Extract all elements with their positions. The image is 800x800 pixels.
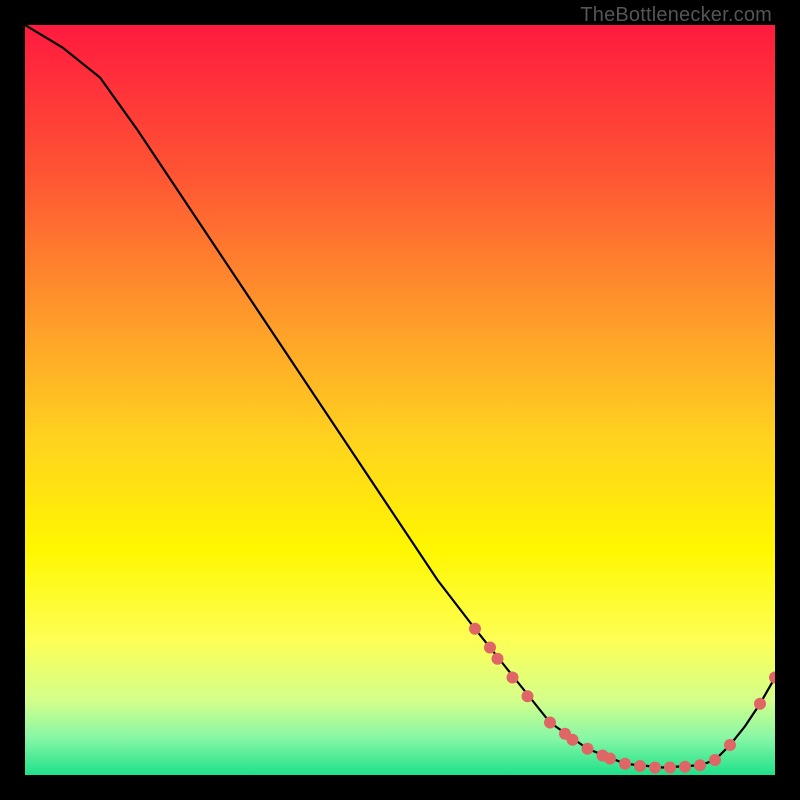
marker-point — [709, 754, 721, 766]
marker-point — [544, 717, 556, 729]
plot-area — [25, 25, 775, 775]
watermark-text: TheBottlenecker.com — [580, 4, 772, 27]
marker-point — [507, 672, 519, 684]
marker-point — [484, 642, 496, 654]
marker-point — [694, 759, 706, 771]
marker-point — [522, 690, 534, 702]
marker-point — [567, 734, 579, 746]
series-curve — [25, 25, 775, 768]
marker-point — [649, 762, 661, 774]
marker-point — [582, 743, 594, 755]
marker-point — [634, 760, 646, 772]
marker-point — [724, 739, 736, 751]
marker-point — [679, 761, 691, 773]
chart-overlay — [25, 25, 775, 775]
chart-root: TheBottlenecker.com — [0, 0, 800, 800]
marker-point — [754, 698, 766, 710]
marker-point — [604, 753, 616, 765]
marker-point — [469, 623, 481, 635]
marker-point — [492, 653, 504, 665]
marker-point — [619, 758, 631, 770]
marker-point — [664, 762, 676, 774]
marker-point — [769, 672, 775, 684]
marker-group — [469, 623, 775, 774]
